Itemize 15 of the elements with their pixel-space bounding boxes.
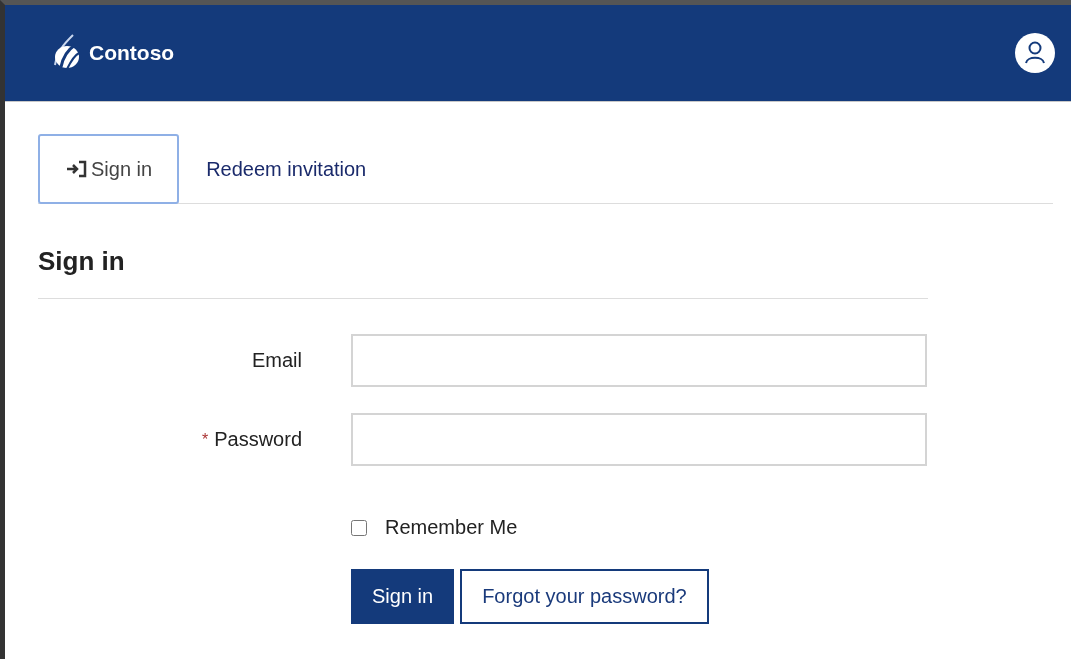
- sign-in-button[interactable]: Sign in: [351, 569, 455, 624]
- tab[interactable]: Redeem invitation: [179, 134, 394, 204]
- input-field[interactable]: [351, 334, 927, 387]
- tab[interactable]: Sign in: [38, 134, 180, 204]
- field-label: Password: [214, 428, 302, 451]
- field-label: Email: [252, 349, 302, 372]
- checkbox-label: Remember Me: [385, 516, 518, 539]
- forgot-password-button[interactable]: Forgot your password?: [460, 569, 709, 624]
- form-title: Sign in: [38, 246, 126, 276]
- required-mark: *: [201, 430, 209, 449]
- input-field[interactable]: [351, 413, 927, 466]
- user-avatar-icon[interactable]: [1015, 33, 1055, 73]
- sign-in-icon: [65, 159, 89, 179]
- brand-name[interactable]: Contoso: [89, 41, 175, 65]
- checkbox[interactable]: [351, 519, 367, 536]
